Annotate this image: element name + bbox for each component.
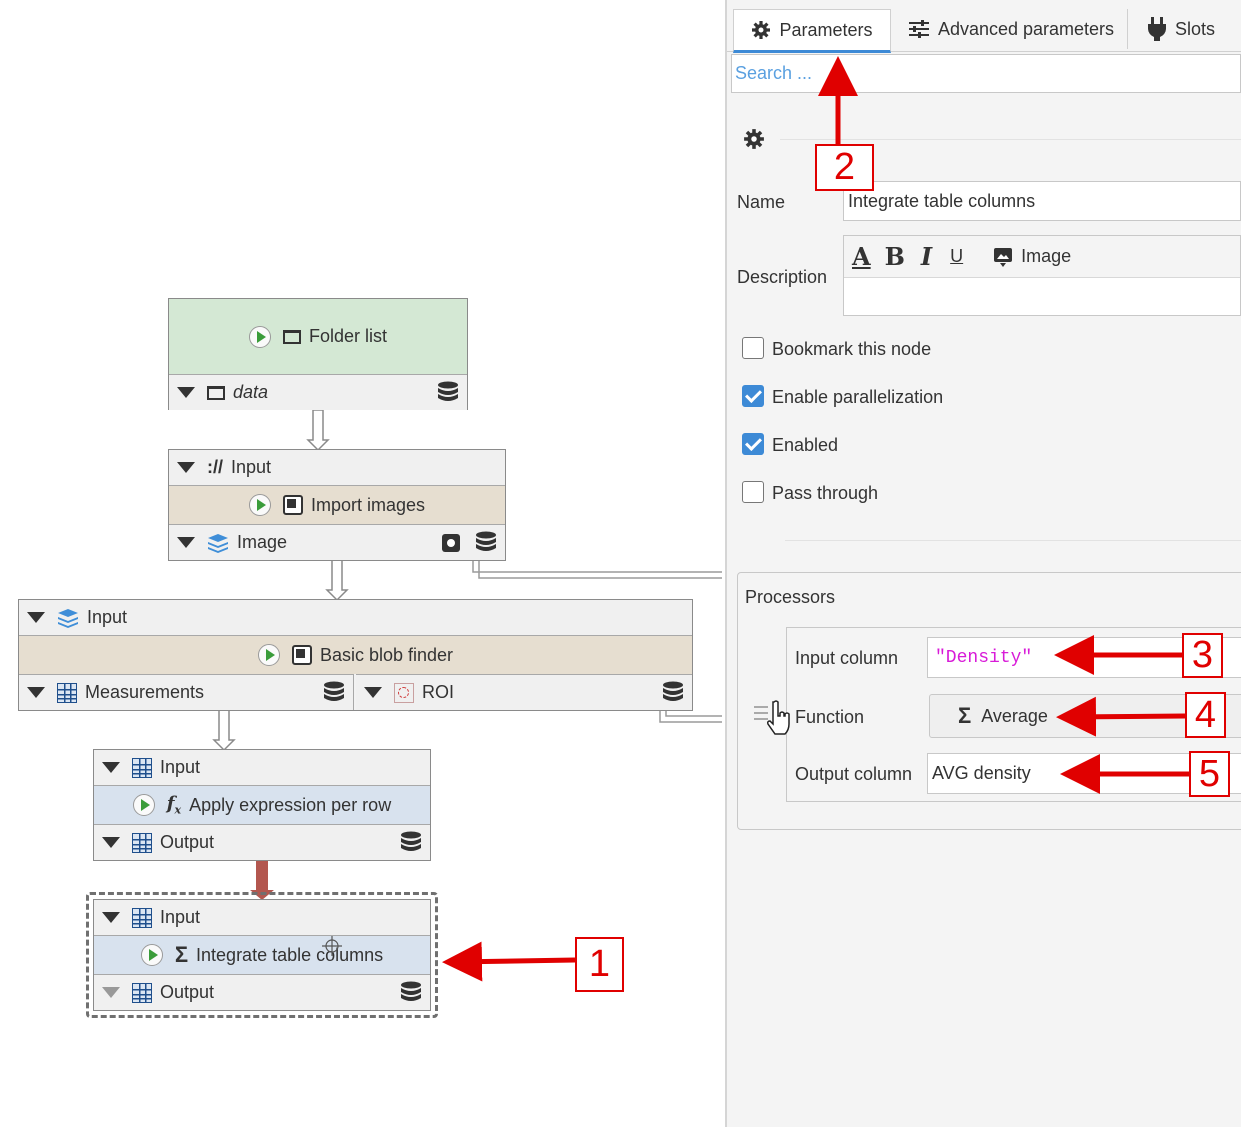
callout-3: 3 <box>1182 633 1223 678</box>
callout-1: 1 <box>575 937 624 992</box>
callout-2: 2 <box>815 144 874 191</box>
callout-5: 5 <box>1189 751 1230 797</box>
arrow-4 <box>1056 696 1186 737</box>
callout-4: 4 <box>1185 692 1226 738</box>
arrow-1 <box>442 941 576 982</box>
